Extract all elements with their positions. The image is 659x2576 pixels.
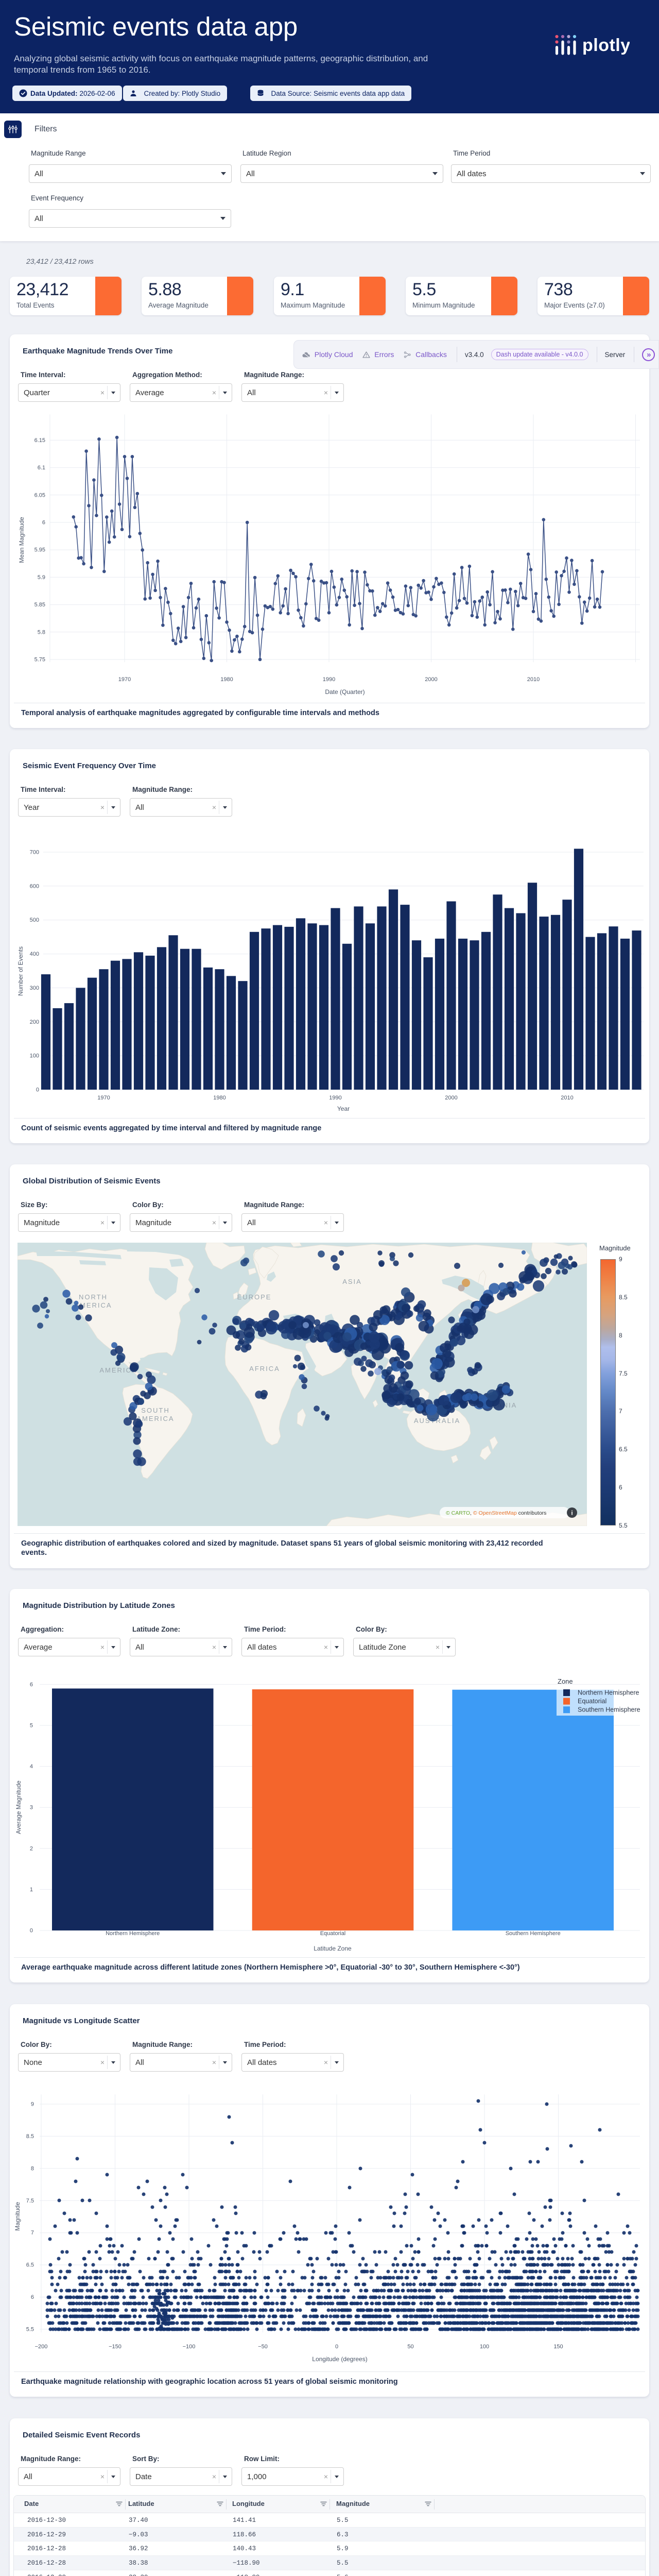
svg-text:1980: 1980 <box>213 1095 226 1101</box>
svg-text:Equatorial: Equatorial <box>578 1698 606 1705</box>
svg-text:i: i <box>571 1510 573 1517</box>
svg-text:plotly: plotly <box>582 36 630 55</box>
svg-text:1990: 1990 <box>329 1095 341 1101</box>
svg-text:2000: 2000 <box>425 676 437 683</box>
svg-text:Mean Magnitude: Mean Magnitude <box>18 517 25 563</box>
svg-text:1: 1 <box>30 1887 33 1893</box>
svg-text:1990: 1990 <box>323 676 335 683</box>
svg-text:0: 0 <box>36 1087 39 1093</box>
svg-text:Zone: Zone <box>558 1677 573 1685</box>
svg-text:−100: −100 <box>183 2344 196 2350</box>
svg-text:ASIA: ASIA <box>342 1278 362 1285</box>
svg-text:5.85: 5.85 <box>34 602 45 608</box>
svg-text:Number of Events: Number of Events <box>17 946 24 996</box>
svg-text:Longitude (degrees): Longitude (degrees) <box>312 2355 367 2363</box>
svg-text:400: 400 <box>30 951 39 957</box>
svg-text:6.5: 6.5 <box>26 2262 34 2268</box>
svg-text:−150: −150 <box>109 2344 122 2350</box>
svg-text:Year: Year <box>337 1105 350 1112</box>
svg-text:© CARTO, © OpenStreetMap contr: © CARTO, © OpenStreetMap contributors <box>446 1510 546 1516</box>
svg-text:4: 4 <box>30 1764 33 1770</box>
svg-text:1970: 1970 <box>118 676 131 683</box>
svg-text:8: 8 <box>31 2165 34 2172</box>
svg-text:150: 150 <box>553 2344 563 2350</box>
svg-text:2010: 2010 <box>527 676 540 683</box>
svg-text:5: 5 <box>30 1723 33 1729</box>
svg-text:Equatorial: Equatorial <box>320 1930 346 1937</box>
svg-text:1980: 1980 <box>220 676 233 683</box>
svg-text:AFRICA: AFRICA <box>249 1365 280 1372</box>
svg-text:6: 6 <box>31 2294 34 2300</box>
svg-text:Average Magnitude: Average Magnitude <box>15 1781 22 1834</box>
svg-text:9: 9 <box>31 2102 34 2108</box>
svg-text:SOUTH: SOUTH <box>141 1406 170 1414</box>
svg-text:2010: 2010 <box>561 1095 573 1101</box>
svg-text:2000: 2000 <box>445 1095 457 1101</box>
svg-text:700: 700 <box>30 850 39 856</box>
svg-text:Magnitude: Magnitude <box>14 2202 21 2231</box>
svg-text:5.95: 5.95 <box>34 547 45 553</box>
svg-text:50: 50 <box>407 2344 413 2350</box>
svg-text:5.8: 5.8 <box>38 629 45 635</box>
svg-text:6.05: 6.05 <box>34 492 45 498</box>
svg-text:6: 6 <box>30 1682 33 1688</box>
svg-text:6.1: 6.1 <box>38 465 45 471</box>
svg-text:0: 0 <box>335 2344 338 2350</box>
svg-text:Date (Quarter): Date (Quarter) <box>325 688 365 696</box>
svg-text:7: 7 <box>31 2230 34 2236</box>
svg-text:AMERICA: AMERICA <box>136 1415 174 1422</box>
svg-text:100: 100 <box>30 1053 39 1059</box>
svg-text:Northern Hemisphere: Northern Hemisphere <box>578 1689 639 1697</box>
svg-text:600: 600 <box>30 883 39 889</box>
svg-text:8.5: 8.5 <box>26 2133 34 2140</box>
svg-text:0: 0 <box>30 1928 33 1934</box>
svg-text:6.15: 6.15 <box>34 437 45 444</box>
svg-text:Northern Hemisphere: Northern Hemisphere <box>106 1930 160 1937</box>
svg-text:500: 500 <box>30 917 39 923</box>
svg-text:Latitude Zone: Latitude Zone <box>314 1945 352 1952</box>
svg-text:3: 3 <box>30 1805 33 1811</box>
svg-text:2: 2 <box>30 1845 33 1852</box>
svg-text:5.5: 5.5 <box>26 2327 34 2333</box>
svg-text:100: 100 <box>480 2344 489 2350</box>
svg-text:200: 200 <box>30 1019 39 1025</box>
svg-text:EUROPE: EUROPE <box>237 1293 272 1301</box>
svg-text:300: 300 <box>30 985 39 991</box>
svg-text:Southern Hemisphere: Southern Hemisphere <box>506 1930 561 1937</box>
svg-text:5.9: 5.9 <box>38 574 45 581</box>
svg-text:1970: 1970 <box>97 1095 110 1101</box>
svg-text:−200: −200 <box>35 2344 48 2350</box>
svg-text:5.75: 5.75 <box>34 657 45 663</box>
svg-text:NORTH: NORTH <box>79 1293 108 1301</box>
svg-text:6: 6 <box>42 520 45 526</box>
svg-text:7.5: 7.5 <box>26 2198 34 2204</box>
svg-text:−50: −50 <box>258 2344 268 2350</box>
svg-text:Southern Hemisphere: Southern Hemisphere <box>578 1706 640 1714</box>
